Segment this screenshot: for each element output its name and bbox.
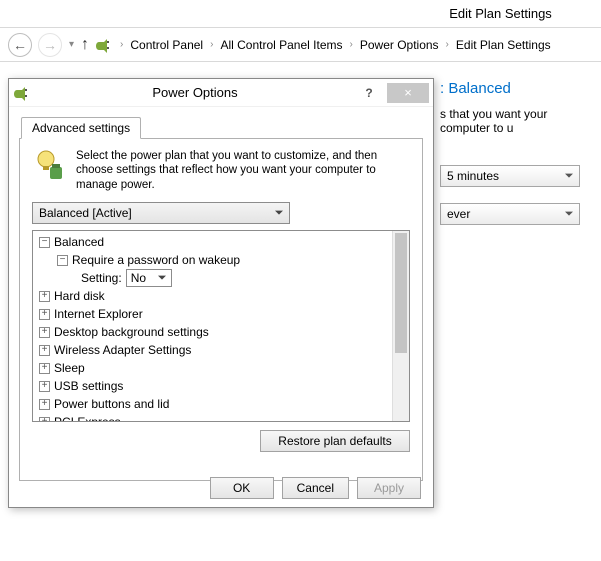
cancel-button[interactable]: Cancel [282,477,349,499]
breadcrumb-item[interactable]: All Control Panel Items [220,38,342,52]
tree-node-pci-express[interactable]: PCI Express [37,413,388,421]
breadcrumb-item[interactable]: Edit Plan Settings [456,38,551,52]
dialog-button-row: OK Cancel Apply [210,477,421,499]
nav-recent-dropdown-icon[interactable]: ▾ [69,39,74,50]
setting-value-select[interactable]: No [126,269,172,287]
restore-defaults-button[interactable]: Restore plan defaults [260,430,410,452]
tree-label: Desktop background settings [54,325,209,339]
display-timeout-select[interactable]: 5 minutes [440,165,580,187]
plan-select-value: Balanced [Active] [39,206,132,220]
tree-viewport: Balanced Require a password on wakeup Se… [33,231,392,421]
expand-icon[interactable] [39,309,50,320]
intro-text: Select the power plan that you want to c… [76,149,410,192]
arrow-left-icon: ← [13,37,27,53]
close-button[interactable]: × [387,83,429,103]
tab-strip: Advanced settings [19,117,423,139]
close-icon: × [404,85,412,100]
tree-node-hard-disk[interactable]: Hard disk [37,287,388,305]
dialog-titlebar: Power Options ? × [9,79,433,107]
expand-icon[interactable] [39,417,50,422]
expand-icon[interactable] [39,363,50,374]
breadcrumb-item[interactable]: Control Panel [130,38,203,52]
tree-label: USB settings [54,379,123,393]
tree-label: Hard disk [54,289,105,303]
tree-node-power-buttons[interactable]: Power buttons and lid [37,395,388,413]
dialog-title: Power Options [35,85,355,100]
intro-block: Select the power plan that you want to c… [32,149,410,192]
apply-button[interactable]: Apply [357,477,421,499]
help-button[interactable]: ? [355,79,383,107]
tree-node-sleep[interactable]: Sleep [37,359,388,377]
expand-icon[interactable] [39,345,50,356]
expand-icon[interactable] [39,327,50,338]
expand-icon[interactable] [39,291,50,302]
breadcrumb-item[interactable]: Power Options [360,38,439,52]
tree-label: PCI Express [54,415,121,421]
arrow-right-icon: → [43,37,57,53]
tree-label: Require a password on wakeup [72,253,240,267]
tree-node-wireless-adapter[interactable]: Wireless Adapter Settings [37,341,388,359]
tree-node-internet-explorer[interactable]: Internet Explorer [37,305,388,323]
power-plug-icon [95,37,113,53]
sleep-timeout-value: ever [447,207,470,221]
chevron-right-icon: › [120,39,123,50]
scrollbar[interactable] [392,231,409,421]
setting-value: No [131,271,146,285]
display-timeout-value: 5 minutes [447,169,499,183]
nav-bar: ← → ▾ ↑ › Control Panel › All Control Pa… [0,28,601,62]
setting-label: Setting: [81,271,122,285]
settings-tree: Balanced Require a password on wakeup Se… [32,230,410,422]
tree-setting-row: Setting: No [37,269,388,287]
tree-label: Wireless Adapter Settings [54,343,191,357]
chevron-right-icon: › [350,39,353,50]
tree-label: Balanced [54,235,104,249]
sleep-timeout-select[interactable]: ever [440,203,580,225]
power-options-dialog: Power Options ? × Advanced settings Sele… [8,78,434,508]
collapse-icon[interactable] [39,237,50,248]
power-plan-icon [32,149,66,183]
chevron-right-icon: › [210,39,213,50]
plan-heading: : Balanced [440,80,581,97]
power-plug-icon [13,85,31,101]
forward-button[interactable]: → [38,33,62,57]
plan-desc: s that you want your computer to u [440,107,581,135]
back-button[interactable]: ← [8,33,32,57]
tab-panel: Select the power plan that you want to c… [19,139,423,481]
ok-button[interactable]: OK [210,477,274,499]
tab-advanced-settings[interactable]: Advanced settings [21,117,141,139]
collapse-icon[interactable] [57,255,68,266]
tree-node-require-password[interactable]: Require a password on wakeup [37,251,388,269]
tree-node-balanced[interactable]: Balanced [37,233,388,251]
tree-node-desktop-background[interactable]: Desktop background settings [37,323,388,341]
plan-select[interactable]: Balanced [Active] [32,202,290,224]
up-button[interactable]: ↑ [81,36,89,54]
expand-icon[interactable] [39,381,50,392]
tree-label: Internet Explorer [54,307,143,321]
tree-label: Power buttons and lid [54,397,169,411]
expand-icon[interactable] [39,399,50,410]
scroll-thumb[interactable] [395,233,407,353]
tree-node-usb-settings[interactable]: USB settings [37,377,388,395]
bg-window-title: Edit Plan Settings [0,0,601,28]
chevron-right-icon: › [446,39,449,50]
tree-label: Sleep [54,361,85,375]
